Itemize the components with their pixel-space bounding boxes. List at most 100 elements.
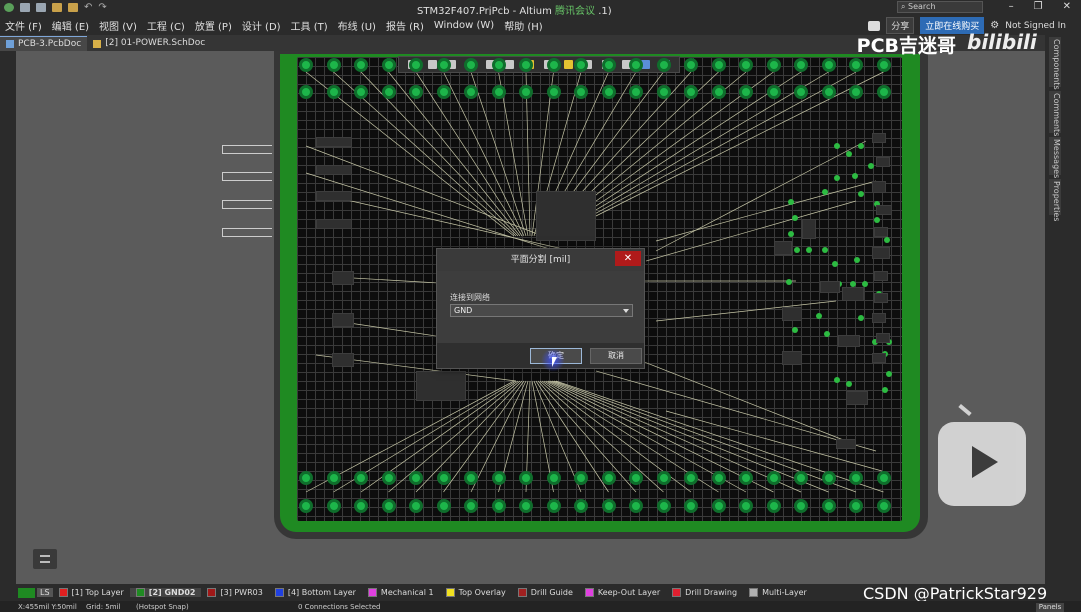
via <box>852 173 858 179</box>
dialog-close-button[interactable]: ✕ <box>615 251 641 266</box>
panel-tab-messages[interactable]: Messages <box>1049 137 1061 178</box>
via-icon[interactable] <box>563 60 573 69</box>
pad <box>711 499 726 513</box>
redo-icon[interactable]: ↷ <box>98 3 106 13</box>
pad <box>409 85 423 99</box>
minimize-button[interactable]: – <box>1009 0 1014 14</box>
open-project-icon[interactable] <box>68 3 78 12</box>
menu-help[interactable]: 帮助 (H) <box>499 18 548 33</box>
via <box>794 247 800 253</box>
via <box>816 313 822 319</box>
layer-color-swatch <box>135 588 145 597</box>
layer-tab-pwr03[interactable]: [3] PWR03 <box>201 588 268 597</box>
status-coords: X:455mil Y:50mil <box>18 603 77 611</box>
undo-icon[interactable]: ↶ <box>84 3 92 13</box>
pad <box>436 85 451 99</box>
pad <box>876 58 891 72</box>
save-all-icon[interactable] <box>36 3 46 12</box>
menu-design[interactable]: 设计 (D) <box>237 18 286 33</box>
pad <box>711 471 726 485</box>
panels-button[interactable]: Panels <box>1036 603 1064 612</box>
pad <box>849 471 863 485</box>
panel-tab-components[interactable]: Components <box>1049 37 1061 90</box>
pad <box>601 499 616 513</box>
pad <box>821 499 836 513</box>
layer-tab-keepout[interactable]: Keep-Out Layer <box>579 588 666 597</box>
connector-pin <box>222 145 272 154</box>
notification-icon[interactable] <box>868 20 881 31</box>
component-footprint <box>332 271 354 285</box>
pad <box>766 58 781 72</box>
component-footprint <box>876 157 890 167</box>
tab-schematic-document[interactable]: [2] 01-POWER.SchDoc <box>87 36 211 51</box>
layer-tab-top[interactable]: [1] Top Layer <box>53 588 130 597</box>
component-footprint <box>846 391 868 405</box>
pad <box>546 58 561 72</box>
pad <box>299 85 313 99</box>
layer-tab-gnd02[interactable]: [2] GND02 <box>129 588 202 597</box>
search-input[interactable]: ⌕ Search <box>897 1 983 13</box>
pad <box>326 85 341 99</box>
pad <box>629 471 643 485</box>
via <box>792 215 798 221</box>
status-grid: Grid: 5mil <box>86 603 121 611</box>
pad <box>684 58 698 72</box>
pad <box>849 58 863 72</box>
pad <box>711 58 726 72</box>
menu-route[interactable]: 布线 (U) <box>333 18 381 33</box>
restore-button[interactable]: ❐ <box>1034 0 1043 14</box>
via <box>886 371 892 377</box>
layer-tab-multilayer[interactable]: Multi-Layer <box>743 588 813 597</box>
tab-pcb-document[interactable]: PCB-3.PcbDoc <box>0 36 88 51</box>
pad <box>794 85 808 99</box>
pad <box>436 499 451 513</box>
component-footprint <box>316 137 352 147</box>
list-icon[interactable] <box>33 549 57 569</box>
current-layer-swatch <box>18 587 35 598</box>
route-icon[interactable] <box>427 60 437 69</box>
panel-tab-comments[interactable]: Comments <box>1049 91 1061 136</box>
layer-tab-mechanical1[interactable]: Mechanical 1 <box>362 588 440 597</box>
menu-edit[interactable]: 编辑 (E) <box>47 18 94 33</box>
menu-place[interactable]: 放置 (P) <box>190 18 237 33</box>
menu-window[interactable]: Window (W) <box>429 20 499 31</box>
menu-tools[interactable]: 工具 (T) <box>286 18 333 33</box>
close-button[interactable]: ✕ <box>1063 0 1071 14</box>
via <box>822 247 828 253</box>
pad <box>794 499 808 513</box>
cancel-button[interactable]: 取消 <box>590 348 642 364</box>
pad <box>409 499 423 513</box>
save-icon[interactable] <box>20 3 30 12</box>
pad <box>409 471 423 485</box>
layer-set-button[interactable]: LS <box>37 588 53 597</box>
layer-tab-top-overlay[interactable]: Top Overlay <box>440 588 512 597</box>
pad <box>381 499 396 513</box>
pad <box>876 85 891 99</box>
panel-tab-properties[interactable]: Properties <box>1049 179 1061 221</box>
layer-tab-drill-drawing[interactable]: Drill Drawing <box>666 588 743 597</box>
sign-in-button[interactable]: Not Signed In <box>1005 21 1066 31</box>
menu-file[interactable]: 文件 (F) <box>0 18 47 33</box>
pad <box>519 58 533 72</box>
menu-view[interactable]: 视图 (V) <box>94 18 142 33</box>
component-footprint <box>872 313 886 323</box>
play-icon <box>938 422 1026 506</box>
pad <box>601 85 616 99</box>
fill-icon[interactable] <box>505 60 515 69</box>
menu-project[interactable]: 工程 (C) <box>142 18 190 33</box>
open-folder-icon[interactable] <box>52 3 62 12</box>
layer-color-swatch <box>58 588 68 597</box>
pad <box>794 471 808 485</box>
pad <box>739 499 753 513</box>
pcb-doc-icon <box>6 40 14 48</box>
layer-tab-drill-guide[interactable]: Drill Guide <box>512 588 579 597</box>
split-plane-dialog: 平面分割 [mil] ✕ 连接到网络 GND 确定 取消 <box>436 248 645 369</box>
pad <box>491 471 506 485</box>
title-bar: ↶ ↷ STM32F407.PrjPcb - Altium 腾讯会议 .1) ⌕… <box>0 0 1081 17</box>
bilibili-logo: bilibili <box>967 30 1037 54</box>
menu-reports[interactable]: 报告 (R) <box>381 18 429 33</box>
net-select[interactable]: GND <box>450 304 633 317</box>
pad <box>821 58 836 72</box>
right-panel-tabs: Components Comments Messages Properties <box>1045 35 1081 584</box>
layer-tab-bottom[interactable]: [4] Bottom Layer <box>269 588 362 597</box>
